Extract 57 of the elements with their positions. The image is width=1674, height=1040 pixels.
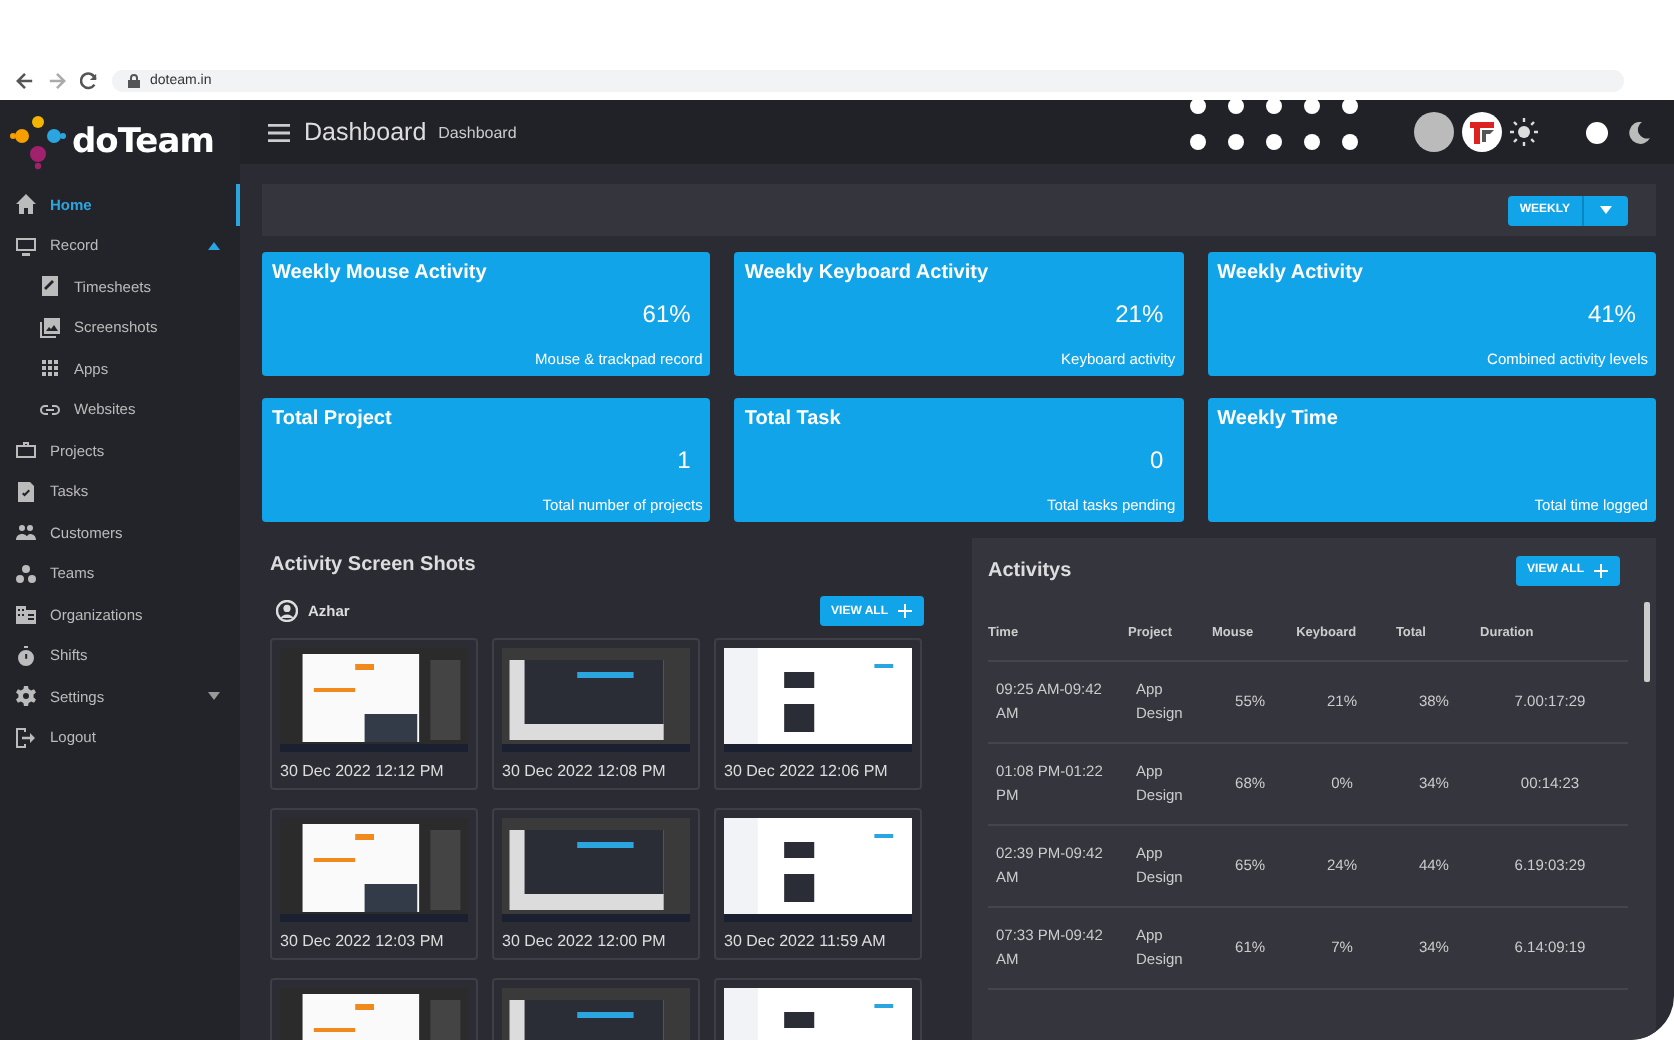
building-icon (16, 604, 36, 625)
stopwatch-icon (16, 645, 36, 666)
screenshot-date: 30 Dec 2022 12:03 PM (280, 932, 446, 950)
reload-icon[interactable] (80, 72, 98, 90)
screenshot-date: 30 Dec 2022 12:12 PM (280, 762, 446, 780)
card-title: Weekly Mouse Activity (272, 262, 489, 284)
screenshot-card[interactable]: 30 Dec 2022 12:06 PM (714, 638, 922, 790)
menu-icon[interactable] (268, 123, 290, 141)
screenshot-date: 30 Dec 2022 11:59 AM (724, 932, 888, 950)
card-title: Weekly Activity (1217, 262, 1365, 284)
link-icon (40, 399, 60, 420)
card-value: 1 (677, 446, 691, 474)
section-title: Activitys (988, 559, 1072, 581)
circle-icon[interactable] (1586, 121, 1608, 143)
screenshot-card[interactable]: 30 Dec 2022 12:00 PM (492, 808, 700, 960)
logo-text: doTeam (72, 122, 214, 162)
logout-icon (16, 727, 36, 748)
screenshot-card[interactable]: 30 Dec 2022 11:59 AM (714, 808, 922, 960)
card-value: 21% (1115, 300, 1164, 328)
card-title: Weekly Time (1217, 408, 1340, 430)
section-title: Activity Screen Shots (270, 554, 478, 576)
monitor-icon (16, 235, 36, 256)
logo-icon (10, 114, 66, 170)
screenshot-card[interactable]: 30 Dec 2022 12:12 PM (270, 638, 478, 790)
gear-icon (16, 686, 36, 707)
moon-icon[interactable] (1628, 121, 1650, 143)
card-value: 0 (1149, 446, 1164, 474)
page-title: Dashboard (304, 118, 427, 146)
image-icon (40, 317, 60, 338)
plus-icon (1594, 563, 1608, 577)
sun-icon[interactable] (1510, 118, 1538, 146)
card-title: Total Task (744, 408, 843, 430)
screenshot-date: 30 Dec 2022 12:08 PM (502, 762, 668, 780)
clipboard-icon (16, 481, 36, 502)
breadcrumb: Dashboard (438, 123, 517, 141)
card-title: Total Project (272, 408, 394, 430)
document-icon (40, 276, 60, 297)
scrollbar (1644, 602, 1650, 682)
grid-icon (40, 358, 60, 379)
back-icon[interactable] (16, 72, 34, 90)
card-title: Weekly Keyboard Activity (744, 262, 991, 284)
lock-icon (128, 74, 140, 88)
screenshot-date: 30 Dec 2022 12:06 PM (724, 762, 890, 780)
card-value: 61% (642, 300, 691, 328)
home-icon (16, 194, 36, 215)
dots-icon (16, 563, 36, 584)
people-icon (16, 522, 36, 543)
brand-icon[interactable] (1462, 112, 1502, 152)
screenshot-date: 30 Dec 2022 12:00 PM (502, 932, 668, 950)
plus-icon (898, 604, 912, 618)
card-value: 41% (1587, 300, 1636, 328)
screenshot-card[interactable]: 30 Dec 2022 12:03 PM (270, 808, 478, 960)
screenshot-card[interactable]: 30 Dec 2022 12:08 PM (492, 638, 700, 790)
avatar-icon[interactable] (1414, 112, 1454, 152)
caret-icon (1600, 206, 1612, 214)
briefcase-icon (16, 440, 36, 461)
user-icon (276, 600, 298, 622)
